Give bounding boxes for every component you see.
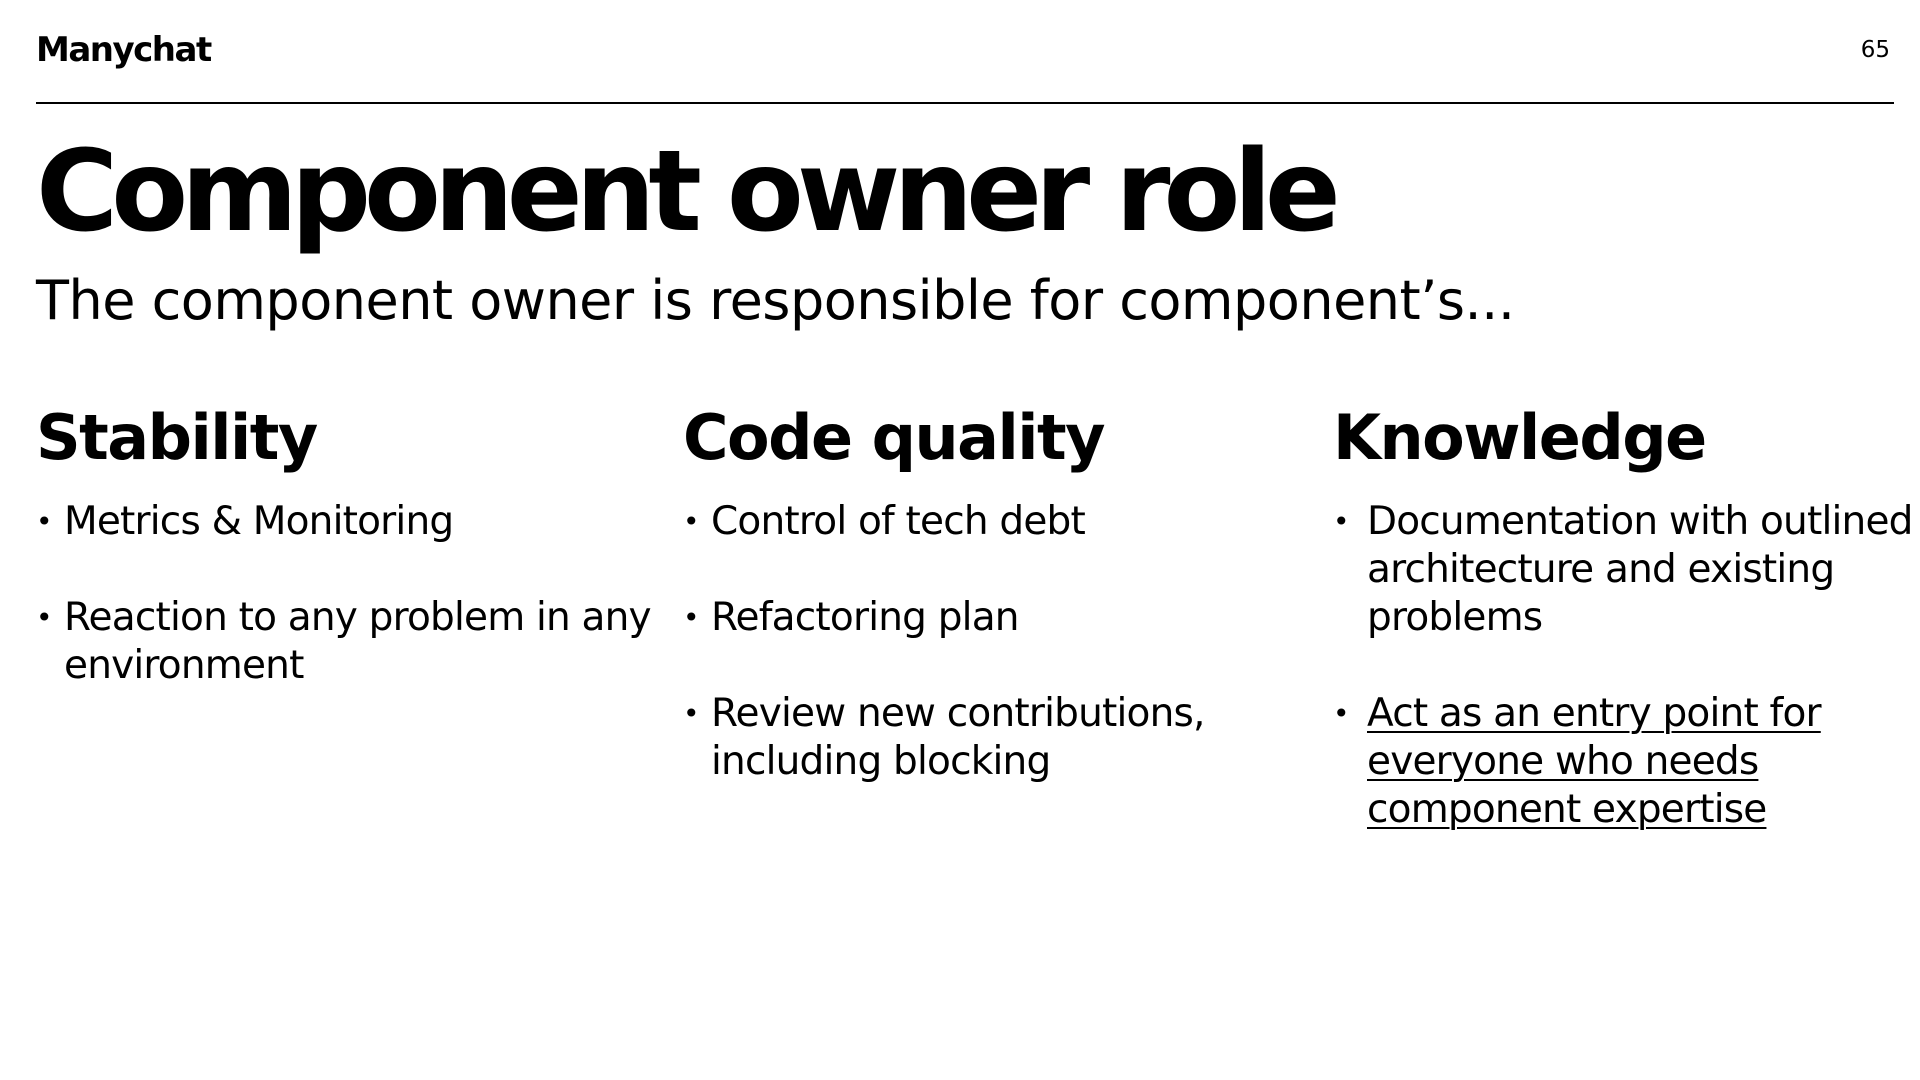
header-divider (36, 102, 1894, 104)
list-item: • Control of tech debt (683, 498, 1303, 546)
list-item-text: Documentation with outlined architecture… (1367, 499, 1913, 640)
bullet-icon: • (683, 601, 700, 634)
manychat-logo: Manychat (36, 30, 212, 70)
list-item: • Act as an entry point for everyone who… (1333, 690, 1920, 834)
columns-container: Stability • Metrics & Monitoring • React… (36, 398, 1913, 898)
bullet-icon: • (683, 697, 700, 730)
slide: Manychat 65 Component owner role The com… (0, 0, 1920, 1080)
bullet-list: • Documentation with outlined architectu… (1333, 498, 1920, 834)
list-item: • Review new contributions, including bl… (683, 690, 1303, 786)
bullet-icon: • (36, 505, 53, 538)
list-item: • Refactoring plan (683, 594, 1303, 642)
list-item: • Reaction to any problem in any environ… (36, 594, 656, 690)
column-heading: Knowledge (1333, 401, 1707, 474)
list-item-text: Refactoring plan (711, 595, 1020, 640)
column-heading: Stability (36, 401, 318, 474)
slide-title: Component owner role (36, 127, 1341, 257)
bullet-list: • Control of tech debt • Refactoring pla… (683, 498, 1303, 786)
entry-point-link[interactable]: Act as an entry point for everyone who n… (1367, 691, 1822, 832)
column-knowledge: Knowledge • Documentation with outlined … (1333, 398, 1920, 882)
column-stability: Stability • Metrics & Monitoring • React… (36, 398, 656, 738)
bullet-list: • Metrics & Monitoring • Reaction to any… (36, 498, 656, 690)
list-item-text: Metrics & Monitoring (64, 499, 454, 544)
bullet-icon: • (1333, 697, 1350, 730)
list-item: • Metrics & Monitoring (36, 498, 656, 546)
list-item-text: Reaction to any problem in any environme… (64, 595, 652, 688)
bullet-icon: • (36, 601, 53, 634)
list-item: • Documentation with outlined architectu… (1333, 498, 1920, 642)
slide-subtitle: The component owner is responsible for c… (36, 269, 1515, 332)
page-number: 65 (1860, 37, 1890, 63)
bullet-icon: • (683, 505, 700, 538)
bullet-icon: • (1333, 505, 1350, 538)
column-code-quality: Code quality • Control of tech debt • Re… (683, 398, 1303, 834)
list-item-text: Review new contributions, including bloc… (711, 691, 1205, 784)
list-item-text: Control of tech debt (711, 499, 1086, 544)
column-heading: Code quality (683, 401, 1106, 474)
